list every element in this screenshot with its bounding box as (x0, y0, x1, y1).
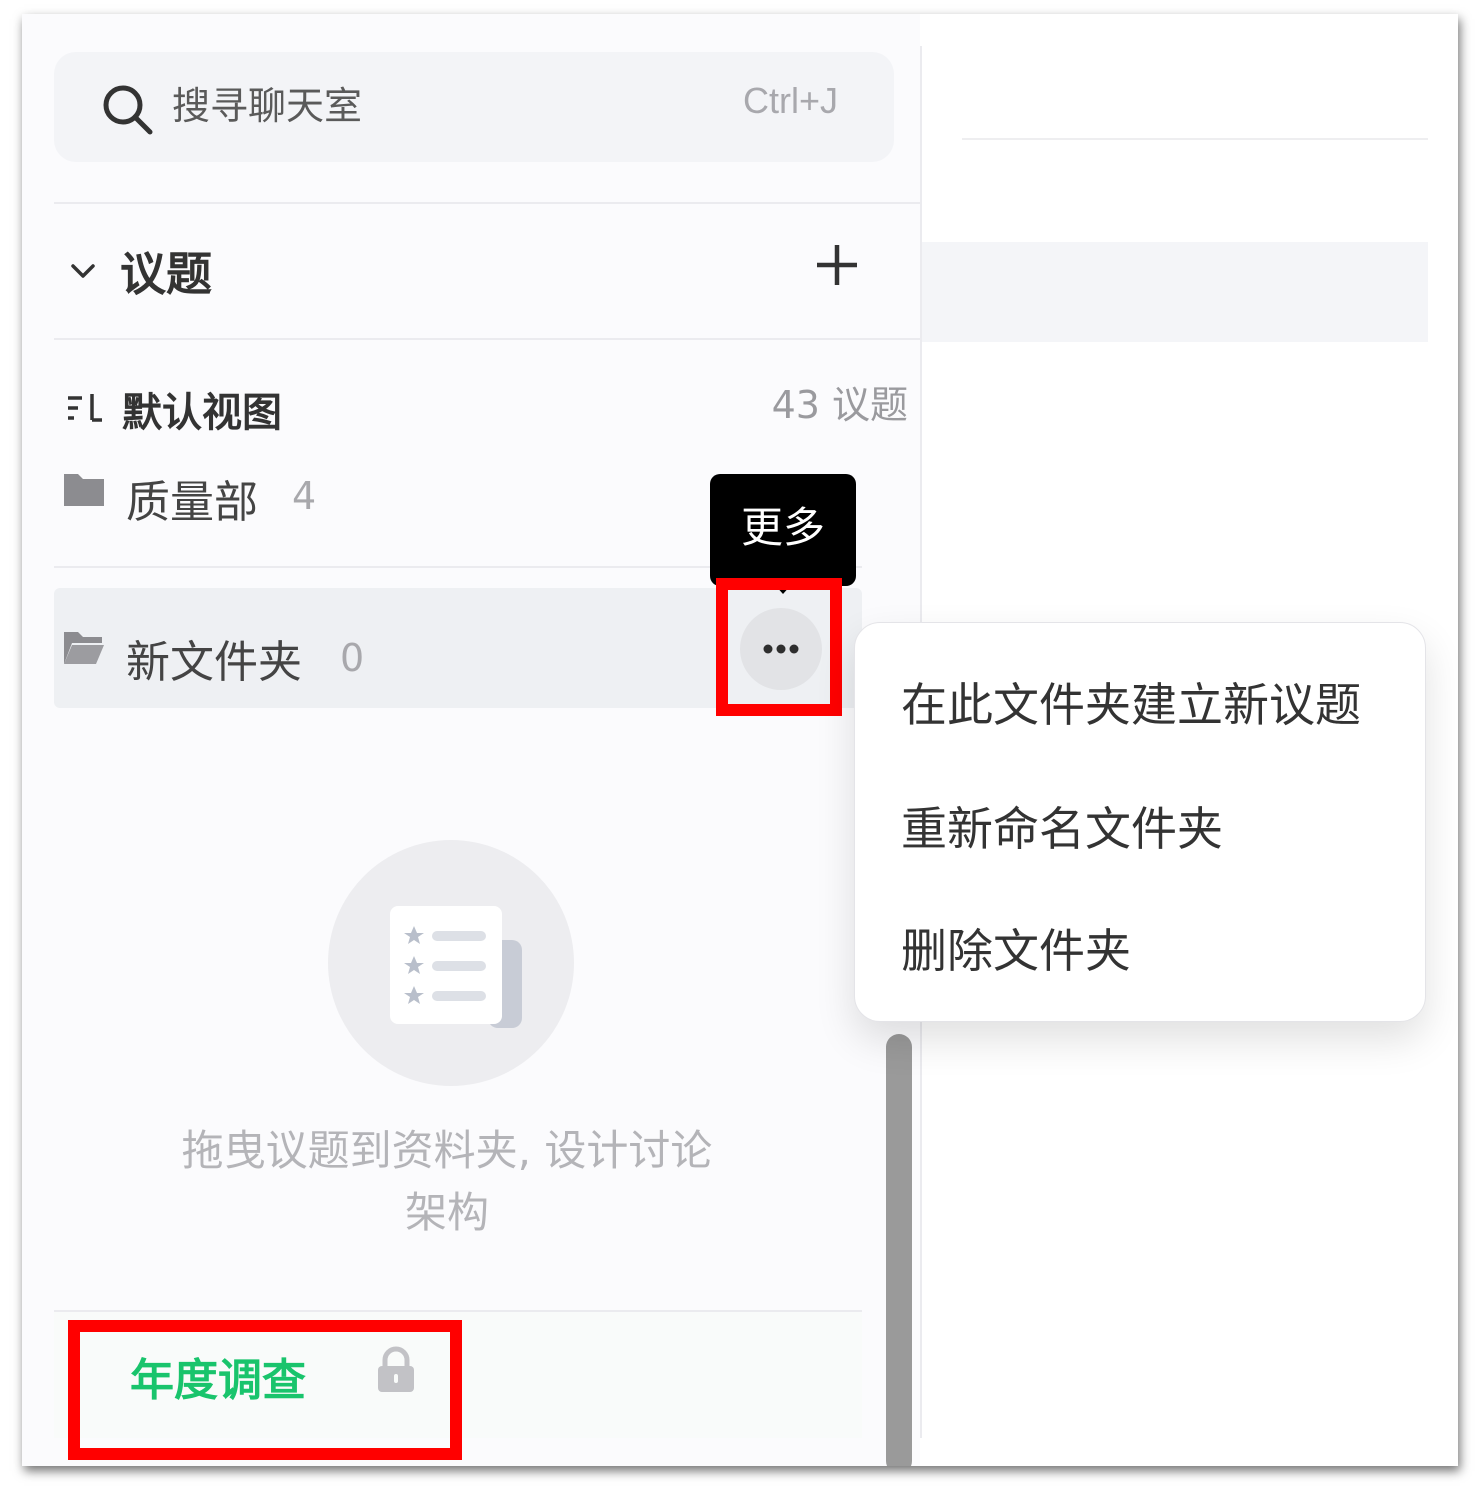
section-header-issues[interactable]: 议题 (54, 204, 920, 340)
menu-item-create-issue[interactable]: 在此文件夹建立新议题 (901, 669, 1361, 735)
highlight-box-more (716, 578, 842, 716)
default-view-label: 默认视图 (122, 390, 282, 436)
right-pane-divider (962, 138, 1428, 140)
search-icon (103, 85, 153, 135)
folder-count: 4 (292, 474, 317, 518)
issue-count: 43 议题 (771, 383, 908, 427)
chevron-down-icon[interactable] (68, 256, 98, 286)
menu-item-delete-folder[interactable]: 删除文件夹 (901, 915, 1131, 981)
highlight-box-survey (68, 1320, 462, 1460)
empty-list-illustration (328, 840, 574, 1086)
folder-context-menu: 在此文件夹建立新议题 重新命名文件夹 删除文件夹 (854, 622, 1426, 1022)
folder-open-icon (64, 632, 104, 664)
right-pane-row (922, 242, 1428, 342)
divider (54, 338, 920, 340)
folder-name: 新文件夹 (126, 637, 302, 688)
folder-name: 质量部 (126, 477, 258, 528)
app-window: Ctrl+J 议题 默认视图 43 议题 (22, 14, 1458, 1466)
tooltip-more: 更多 (710, 474, 856, 586)
empty-state-line: 拖曳议题到资料夹, 设计讨论 (181, 1126, 713, 1175)
folder-count: 0 (340, 636, 365, 680)
empty-state-text: 拖曳议题到资料夹, 设计讨论 架构 (152, 1120, 742, 1244)
default-view-row[interactable]: 默认视图 43 议题 (54, 374, 908, 444)
search-shortcut-hint: Ctrl+J (742, 80, 838, 121)
sidebar-scrollbar[interactable] (886, 1034, 912, 1466)
sidebar: Ctrl+J 议题 默认视图 43 议题 (22, 14, 920, 1466)
folder-icon (64, 474, 104, 506)
section-title: 议题 (120, 247, 212, 301)
empty-state-line: 架构 (404, 1188, 489, 1237)
menu-item-rename-folder[interactable]: 重新命名文件夹 (901, 793, 1223, 859)
search-bar[interactable]: Ctrl+J (54, 52, 894, 162)
search-input[interactable] (172, 74, 692, 138)
plus-icon[interactable] (814, 242, 860, 288)
sort-list-icon (68, 394, 102, 422)
